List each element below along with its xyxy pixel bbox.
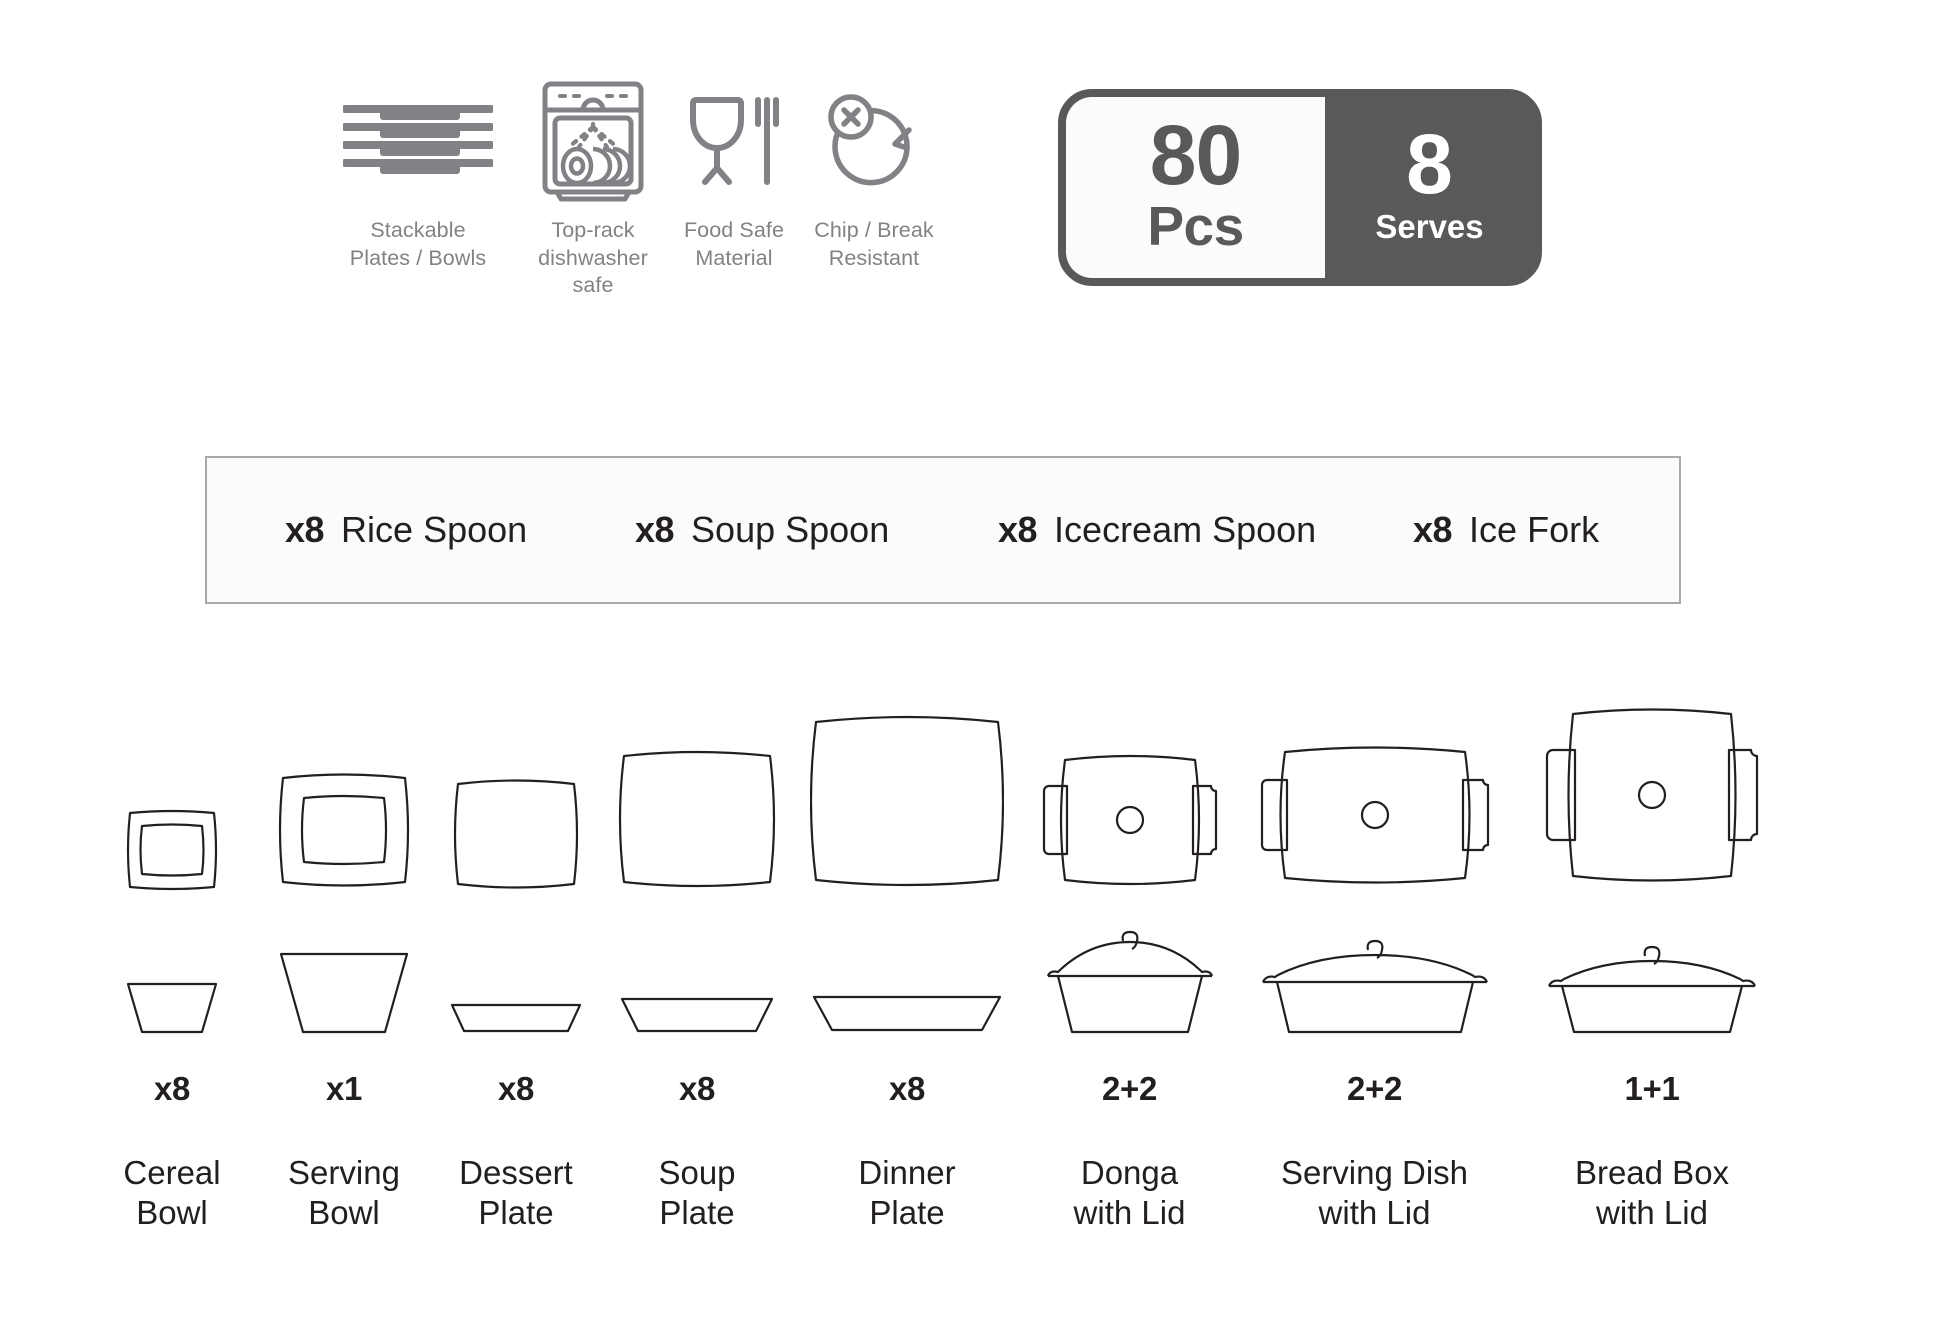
- pieces-count: 80: [1149, 108, 1242, 203]
- product-qty: x8: [678, 1070, 716, 1107]
- product-label: Bread Box with Lid: [1574, 1154, 1730, 1232]
- cutlery-name: Icecream Spoon: [1054, 509, 1317, 550]
- pieces-panel: 80 Pcs: [1066, 97, 1325, 278]
- serving-bowl-side-icon: [279, 952, 409, 1034]
- product-qty: x8: [888, 1070, 926, 1107]
- dessert-plate-side-icon: [450, 1003, 582, 1033]
- serving-bowl-icon: [278, 773, 410, 887]
- dinner-plate-side-icon: [812, 995, 1002, 1032]
- chip-break-resistant-icon: [828, 93, 912, 185]
- bread-box-with-lid-side-icon: [1547, 945, 1757, 1034]
- product-qty: x8: [497, 1070, 535, 1107]
- product-label: Serving Dish with Lid: [1280, 1154, 1469, 1232]
- dessert-plate-icon: [453, 779, 579, 889]
- product-item-bread-box-with-lid: 1+1 Bread Box with Lid: [1512, 636, 1792, 1234]
- cutlery-item-rice-spoon: x8 Rice Spoon: [285, 509, 635, 551]
- serving-dish-with-lid-icon: [1260, 746, 1489, 884]
- cutlery-name: Ice Fork: [1469, 509, 1600, 550]
- soup-plate-icon: [618, 750, 776, 888]
- dessert-plate-side-view: [430, 908, 602, 1036]
- cereal-bowl-top-view: [86, 636, 258, 898]
- product-label: Cereal Bowl: [123, 1154, 221, 1232]
- cutlery-name: Rice Spoon: [341, 509, 528, 550]
- stacked-plates-icon: [343, 104, 493, 174]
- chip-break-resistant-icon-wrap: [823, 78, 925, 203]
- cutlery-qty: x8: [998, 509, 1038, 550]
- serving-dish-lid-top-view: [1237, 636, 1512, 898]
- cutlery-qty: x8: [635, 509, 675, 550]
- product-qty: 2+2: [1101, 1070, 1158, 1107]
- feature-food-safe-caption: Food Safe Material: [683, 218, 785, 270]
- product-item-serving-dish-with-lid: 2+2 Serving Dish with Lid: [1237, 636, 1512, 1234]
- stacked-plates-icon-wrap: [343, 78, 493, 203]
- feature-badge-row: Stackable Plates / Bowls Top-rack dishwa…: [318, 78, 1008, 297]
- cutlery-item-icecream-spoon: x8 Icecream Spoon: [998, 509, 1413, 551]
- product-qty: x8: [153, 1070, 191, 1107]
- product-item-dinner-plate: x8 Dinner Plate: [792, 636, 1022, 1234]
- product-label: Dessert Plate: [459, 1154, 573, 1232]
- donga-lid-side-view: [1022, 908, 1237, 1036]
- cereal-bowl-side-icon: [126, 982, 218, 1034]
- product-item-dessert-plate: x8 Dessert Plate: [430, 636, 602, 1234]
- feature-stackable-plates: Stackable Plates / Bowls: [318, 78, 518, 272]
- cutlery-qty: x8: [285, 509, 325, 550]
- product-item-donga-with-lid: 2+2 Donga with Lid: [1022, 636, 1237, 1234]
- bread-box-lid-top-view: [1512, 636, 1792, 898]
- dinner-plate-side-view: [792, 908, 1022, 1036]
- feature-dishwasher-safe: Top-rack dishwasher safe: [518, 78, 668, 300]
- product-qty: 2+2: [1346, 1070, 1403, 1107]
- cutlery-item-soup-spoon: x8 Soup Spoon: [635, 509, 998, 551]
- serving-dish-with-lid-side-icon: [1261, 939, 1488, 1034]
- product-lineup: x8 Cereal Bowl x1 Serving Bowl x8 Desser…: [86, 636, 1886, 1256]
- dinner-plate-icon: [810, 715, 1004, 887]
- product-qty: x1: [325, 1070, 363, 1107]
- soup-plate-top-view: [602, 636, 792, 898]
- soup-plate-side-icon: [620, 997, 774, 1033]
- pieces-label: Pcs: [1147, 194, 1244, 257]
- serving-bowl-side-view: [258, 908, 430, 1036]
- cereal-bowl-icon: [126, 809, 218, 891]
- cutlery-list-bar: x8 Rice Spoon x8 Soup Spoon x8 Icecream …: [205, 456, 1681, 604]
- feature-chip-break-resistant: Chip / Break Resistant: [800, 78, 948, 272]
- product-label: Soup Plate: [658, 1154, 736, 1232]
- cereal-bowl-side-view: [86, 908, 258, 1036]
- dessert-plate-top-view: [430, 636, 602, 898]
- serving-bowl-top-view: [258, 636, 430, 898]
- cutlery-item-ice-fork: x8 Ice Fork: [1413, 509, 1643, 551]
- product-qty: 1+1: [1624, 1070, 1680, 1107]
- glass-fork-icon: [690, 96, 779, 185]
- cutlery-name: Soup Spoon: [691, 509, 890, 550]
- donga-with-lid-icon: [1042, 754, 1217, 886]
- product-label: Donga with Lid: [1073, 1154, 1186, 1232]
- feature-chip-break-caption: Chip / Break Resistant: [814, 218, 934, 270]
- product-item-soup-plate: x8 Soup Plate: [602, 636, 792, 1234]
- glass-fork-icon-wrap: [688, 78, 780, 203]
- serves-count: 8: [1406, 117, 1453, 212]
- feature-food-safe: Food Safe Material: [668, 78, 800, 272]
- serves-panel: 8 Serves: [1325, 97, 1534, 278]
- serves-label: Serves: [1375, 207, 1484, 245]
- feature-stackable-caption: Stackable Plates / Bowls: [349, 218, 487, 270]
- pieces-serves-badge: 80 Pcs 8 Serves: [1058, 89, 1542, 286]
- donga-with-lid-side-icon: [1046, 930, 1213, 1034]
- dishwasher-icon-wrap: [541, 78, 645, 203]
- product-item-cereal-bowl: x8 Cereal Bowl: [86, 636, 258, 1234]
- dishwasher-icon: [542, 81, 644, 201]
- dinner-plate-top-view: [792, 636, 1022, 898]
- feature-dishwasher-caption: Top-rack dishwasher safe: [538, 218, 648, 298]
- product-label: Dinner Plate: [858, 1154, 956, 1232]
- bread-box-with-lid-icon: [1545, 708, 1759, 882]
- product-label: Serving Bowl: [288, 1154, 400, 1232]
- bread-box-lid-side-view: [1512, 908, 1792, 1036]
- serving-dish-lid-side-view: [1237, 908, 1512, 1036]
- cutlery-qty: x8: [1413, 509, 1453, 550]
- product-item-serving-bowl: x1 Serving Bowl: [258, 636, 430, 1234]
- donga-lid-top-view: [1022, 636, 1237, 898]
- soup-plate-side-view: [602, 908, 792, 1036]
